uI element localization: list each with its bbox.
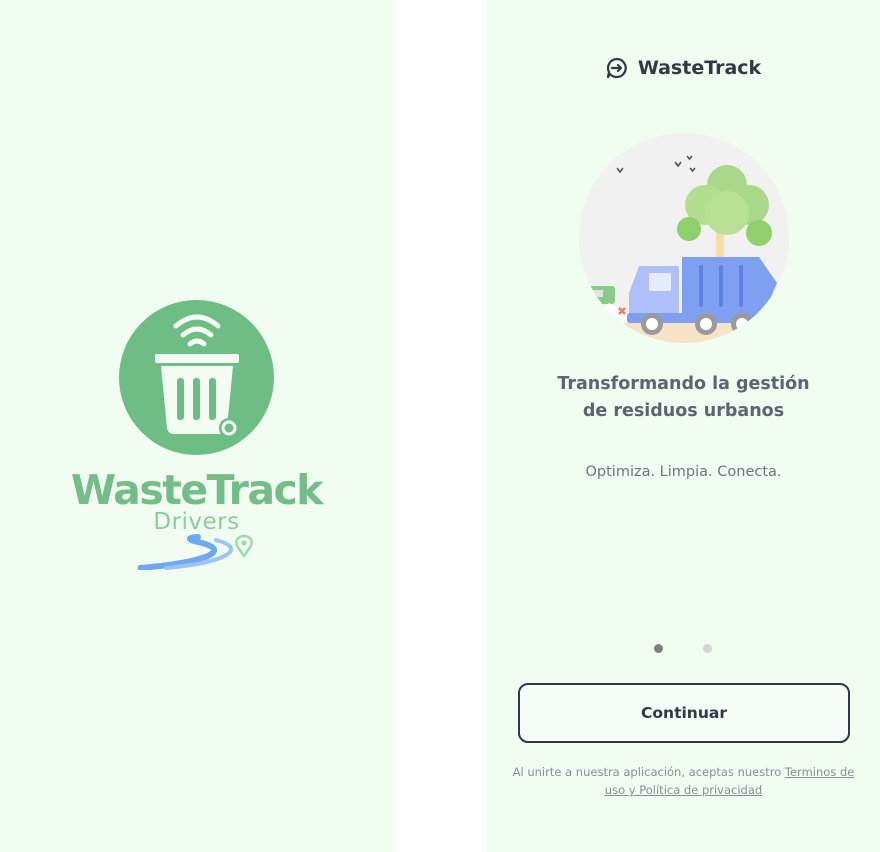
logo-subtitle: Drivers [153, 509, 240, 535]
legal-text: Al unirte a nuestra aplicación, aceptas … [512, 765, 785, 779]
onboarding-screen: WasteTrack Transformando la gestión de r… [487, 0, 880, 852]
headline-line-2: de residuos urbanos [582, 401, 785, 421]
logo-wordmark: WasteTrack [70, 466, 324, 514]
splash-screen: WasteTrack Drivers [0, 0, 393, 852]
brand-name: WasteTrack [637, 57, 762, 79]
garbage-truck-tree-illustration [579, 133, 789, 343]
continue-button[interactable]: Continuar [518, 683, 850, 743]
headline-line-1: Transformando la gestión [557, 374, 810, 394]
page-indicator [654, 644, 714, 654]
app-logo [119, 300, 274, 455]
page-dot-1[interactable] [654, 644, 663, 653]
onboarding-headline: Transformando la gestión de residuos urb… [487, 371, 880, 425]
trash-can-wifi-icon [155, 314, 239, 438]
legal-notice: Al unirte a nuestra aplicación, aceptas … [509, 763, 858, 799]
onboarding-tagline: Optimiza. Limpia. Conecta. [585, 464, 782, 480]
page-dot-2[interactable] [703, 644, 712, 653]
chat-arrow-logo-icon [606, 57, 627, 79]
brand-header: WasteTrack [487, 57, 880, 79]
road-location-icon [138, 534, 253, 570]
